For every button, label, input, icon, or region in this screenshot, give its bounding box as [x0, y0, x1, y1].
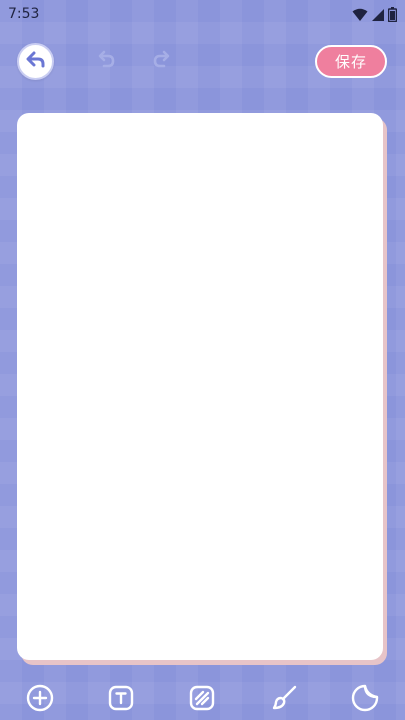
pattern-icon: [187, 683, 217, 717]
signal-icon: [371, 8, 385, 22]
undo-button[interactable]: [93, 49, 119, 75]
sticker-tool-button[interactable]: [349, 684, 381, 716]
back-button[interactable]: [17, 43, 54, 80]
add-circle-icon: [25, 683, 55, 717]
save-button[interactable]: 保存: [315, 45, 387, 78]
bottom-toolbar: [0, 680, 405, 720]
sticker-icon: [350, 683, 380, 717]
brush-icon: [269, 683, 299, 717]
battery-icon: [388, 7, 397, 22]
status-time: 7:53: [8, 6, 40, 22]
redo-icon: [151, 49, 173, 75]
status-icons: [352, 7, 397, 22]
text-tool-button[interactable]: [105, 684, 137, 716]
back-arrow-icon: [26, 51, 46, 73]
wifi-icon: [352, 8, 368, 22]
add-element-button[interactable]: [24, 684, 56, 716]
pattern-tool-button[interactable]: [186, 684, 218, 716]
redo-button[interactable]: [149, 49, 175, 75]
status-bar: 7:53: [0, 0, 405, 30]
top-toolbar: 保存: [0, 40, 405, 86]
text-icon: [106, 683, 136, 717]
drawing-canvas[interactable]: [17, 113, 383, 660]
brush-tool-button[interactable]: [268, 684, 300, 716]
undo-icon: [95, 49, 117, 75]
